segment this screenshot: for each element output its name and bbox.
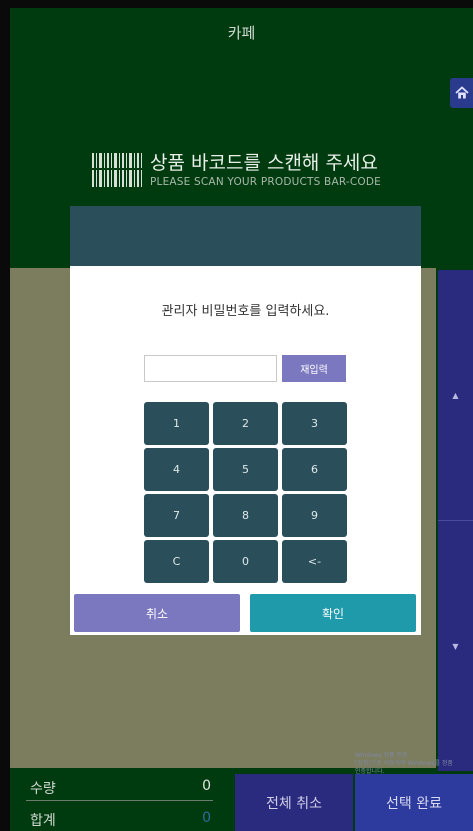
key-clear[interactable]: C <box>144 540 209 583</box>
total-value: 0 <box>202 810 211 826</box>
arrow-up-icon: ▲ <box>452 390 459 400</box>
key-backspace[interactable]: <- <box>282 540 347 583</box>
key-7[interactable]: 7 <box>144 494 209 537</box>
total-label: 합계 <box>30 813 56 829</box>
windows-activation-watermark: Windows 정품 인증 [설정]으로 이동하여 Windows를 정품 인증… <box>355 752 473 776</box>
watermark-line: 인증합니다. <box>355 768 385 775</box>
scroll-up-button[interactable]: ▲ <box>438 270 473 520</box>
divider <box>26 800 213 801</box>
summary-panel: 수량 0 합계 0 <box>10 772 225 831</box>
scan-prompt: 상품 바코드를 스캔해 주세요 PLEASE SCAN YOUR PRODUCT… <box>90 148 381 192</box>
arrow-down-icon: ▼ <box>452 641 459 651</box>
quantity-value: 0 <box>202 778 211 794</box>
confirm-button[interactable]: 확인 <box>250 594 416 632</box>
scan-subtitle: PLEASE SCAN YOUR PRODUCTS BAR-CODE <box>150 176 382 188</box>
admin-password-dialog: 관리자 비밀번호를 입력하세요. 재입력 1 2 3 4 5 6 7 8 9 C… <box>70 266 421 635</box>
reenter-button[interactable]: 재입력 <box>282 355 346 382</box>
kiosk-screen: 카페 상품 바코드를 스캔해 주세요 PLEASE SCAN YOUR PROD… <box>10 8 473 831</box>
watermark-line: Windows 정품 인증 <box>355 752 408 759</box>
barcode-icon <box>90 153 144 187</box>
dialog-message: 관리자 비밀번호를 입력하세요. <box>161 304 330 319</box>
cancel-all-button[interactable]: 전체 취소 <box>235 774 353 831</box>
key-1[interactable]: 1 <box>144 402 209 445</box>
quantity-label: 수량 <box>30 781 56 797</box>
scroll-down-button[interactable]: ▼ <box>438 520 473 771</box>
dialog-header <box>70 206 421 266</box>
key-8[interactable]: 8 <box>213 494 278 537</box>
page-title: 카페 <box>227 24 256 42</box>
key-6[interactable]: 6 <box>282 448 347 491</box>
total-row: 합계 0 <box>30 810 211 830</box>
complete-selection-button[interactable]: 선택 완료 <box>355 774 473 831</box>
key-9[interactable]: 9 <box>282 494 347 537</box>
scan-title: 상품 바코드를 스캔해 주세요 <box>150 152 378 174</box>
home-icon <box>454 86 469 99</box>
key-4[interactable]: 4 <box>144 448 209 491</box>
key-0[interactable]: 0 <box>213 540 278 583</box>
cancel-button[interactable]: 취소 <box>74 594 240 632</box>
key-5[interactable]: 5 <box>213 448 278 491</box>
watermark-line: [설정]으로 이동하여 Windows를 정품 <box>355 760 453 767</box>
password-input[interactable] <box>144 355 277 382</box>
key-2[interactable]: 2 <box>213 402 278 445</box>
home-button[interactable] <box>450 78 473 108</box>
quantity-row: 수량 0 <box>30 778 211 798</box>
key-3[interactable]: 3 <box>282 402 347 445</box>
